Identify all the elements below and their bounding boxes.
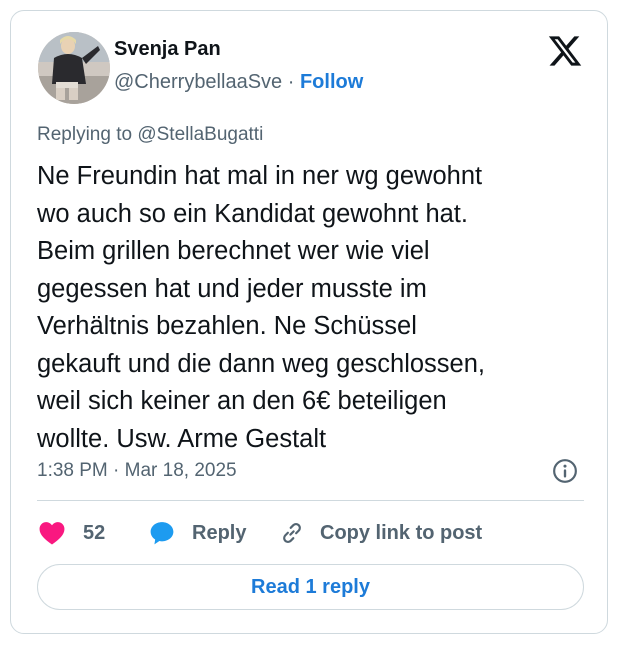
info-icon[interactable] [552, 458, 578, 484]
read-replies-button[interactable]: Read 1 reply [37, 564, 584, 610]
replying-to-prefix: Replying to [37, 124, 133, 145]
tweet-text-line: Verhältnis bezahlen. Ne Schüssel [37, 312, 417, 340]
tweet-text: Ne Freundin hat mal in ner wg gewohnt wo… [37, 158, 597, 458]
replying-to: Replying to @StellaBugatti [37, 124, 263, 146]
follow-button[interactable]: Follow [300, 71, 363, 93]
copy-link-button[interactable]: Copy link to post [279, 517, 482, 549]
divider [37, 500, 584, 501]
tweet-text-line: wo auch so ein Kandidat gewohnt hat. [37, 199, 468, 228]
like-button[interactable]: 52 [39, 517, 105, 549]
reply-label: Reply [192, 521, 247, 544]
tweet-text-line: gegessen hat und jeder musste im [37, 274, 427, 303]
author-handle-row: @CherrybellaaSve · Follow [114, 71, 363, 94]
tweet-text-line: weil sich keiner an den 6€ beteiligen [37, 387, 447, 415]
tweet-text-line: Beim grillen berechnet wer wie viel [37, 237, 430, 265]
replying-to-mention[interactable]: @StellaBugatti [137, 124, 263, 145]
tweet-text-line: Ne Freundin hat mal in ner wg gewohnt [37, 162, 483, 190]
tweet-timestamp[interactable]: 1:38 PM · Mar 18, 2025 [37, 460, 237, 482]
like-count: 52 [83, 521, 106, 544]
tweet-embed-card: Svenja Pan @CherrybellaaSve · Follow Rep… [10, 10, 608, 634]
avatar[interactable] [38, 32, 110, 104]
link-icon [283, 523, 301, 543]
heart-icon [39, 522, 65, 545]
tweet-text-line: wollte. Usw. Arme Gestalt [37, 424, 327, 453]
speech-bubble-icon [150, 522, 174, 545]
author-name[interactable]: Svenja Pan [114, 38, 221, 61]
copy-link-label: Copy link to post [320, 521, 483, 544]
profile-photo [38, 32, 110, 104]
reply-button[interactable]: Reply [149, 517, 246, 549]
author-handle[interactable]: @CherrybellaaSve [114, 71, 282, 93]
tweet-text-line: gekauft und die dann weg geschlossen, [37, 349, 485, 378]
handle-separator: · [287, 71, 295, 93]
read-replies-label: Read 1 reply [251, 575, 370, 598]
x-logo-icon[interactable] [547, 33, 583, 69]
